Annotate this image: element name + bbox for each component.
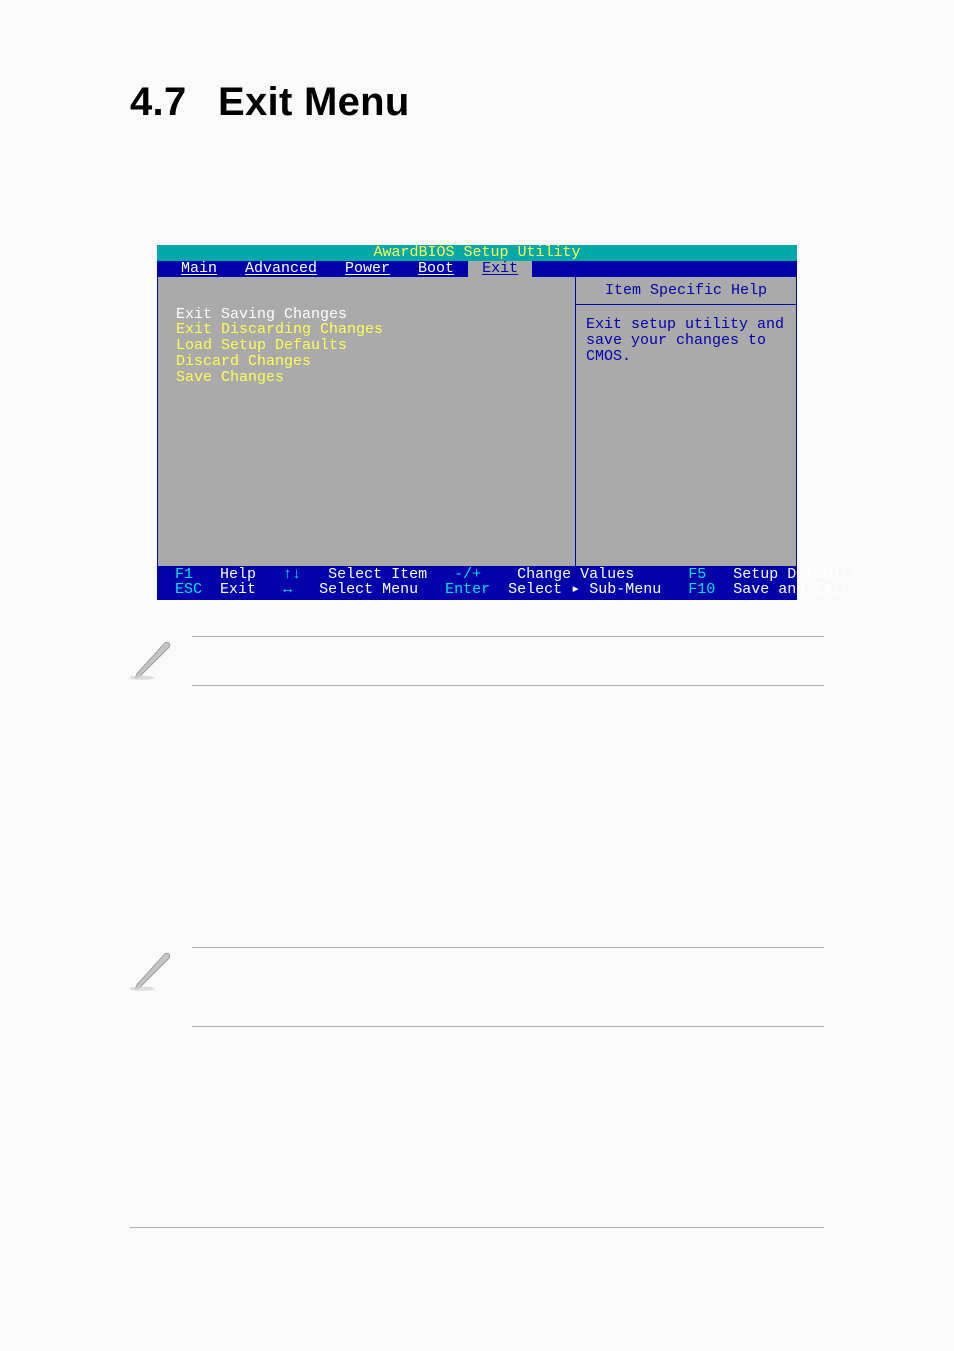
menu-load-setup-defaults[interactable]: Load Setup Defaults [176, 338, 563, 354]
note-2-text [192, 947, 824, 1027]
help-text: Exit setup utility and save your changes… [586, 317, 786, 364]
footer-key-updown: ↑↓ [283, 566, 301, 583]
footer-label-save-exit: Save and Exit [733, 581, 850, 598]
footer-label-help: Help [220, 566, 256, 583]
footer-row-2: ESC Exit ↔ Select Menu Enter Select ▸ Su… [175, 582, 791, 598]
note-1 [130, 636, 824, 687]
menu-save-changes[interactable]: Save Changes [176, 370, 563, 386]
menu-exit-saving-changes[interactable]: Exit Saving Changes [176, 307, 563, 323]
footer-label-change-values: Change Values [517, 566, 634, 583]
section-number: 4.7 [130, 80, 218, 125]
footer-key-plusminus: -/+ [454, 566, 481, 583]
help-divider [576, 304, 796, 305]
tab-boot[interactable]: Boot [404, 261, 468, 277]
pen-icon [130, 636, 176, 687]
bios-body: Exit Saving Changes Exit Discarding Chan… [157, 277, 797, 567]
note-2 [130, 947, 824, 1027]
pen-icon [130, 947, 176, 998]
footer-label-exit: Exit [220, 581, 256, 598]
tab-main[interactable]: Main [163, 261, 231, 277]
footer-key-f5: F5 [688, 566, 706, 583]
footer-key-esc: ESC [175, 581, 202, 598]
footer-key-enter: Enter [445, 581, 490, 598]
bottom-rule [130, 1227, 824, 1228]
tab-advanced[interactable]: Advanced [231, 261, 331, 277]
footer-label-select-menu: Select Menu [319, 581, 418, 598]
footer-label-select-item: Select Item [328, 566, 427, 583]
section-title: Exit Menu [218, 80, 410, 124]
bios-title: AwardBIOS Setup Utility [157, 245, 797, 261]
menu-discard-changes[interactable]: Discard Changes [176, 354, 563, 370]
tab-exit[interactable]: Exit [468, 261, 532, 277]
note-1-text [192, 636, 824, 686]
page-title: 4.7Exit Menu [130, 80, 824, 125]
footer-label-setup-defaults: Setup Defaults [733, 566, 859, 583]
menu-exit-discarding-changes[interactable]: Exit Discarding Changes [176, 322, 563, 338]
bios-footer: F1 Help ↑↓ Select Item -/+ Change Values… [157, 567, 797, 601]
tab-power[interactable]: Power [331, 261, 404, 277]
footer-key-f10: F10 [688, 581, 715, 598]
bios-menu-list: Exit Saving Changes Exit Discarding Chan… [157, 277, 576, 567]
help-title: Item Specific Help [586, 283, 786, 299]
footer-key-leftright: ↔ [283, 581, 292, 598]
bios-help-pane: Item Specific Help Exit setup utility an… [576, 277, 797, 567]
bios-menubar: Main Advanced Power Boot Exit [157, 261, 797, 277]
footer-label-select-submenu: Select ▸ Sub-Menu [508, 581, 661, 598]
bios-screenshot: AwardBIOS Setup Utility Main Advanced Po… [157, 245, 797, 600]
footer-key-f1: F1 [175, 566, 193, 583]
footer-row-1: F1 Help ↑↓ Select Item -/+ Change Values… [175, 567, 791, 583]
